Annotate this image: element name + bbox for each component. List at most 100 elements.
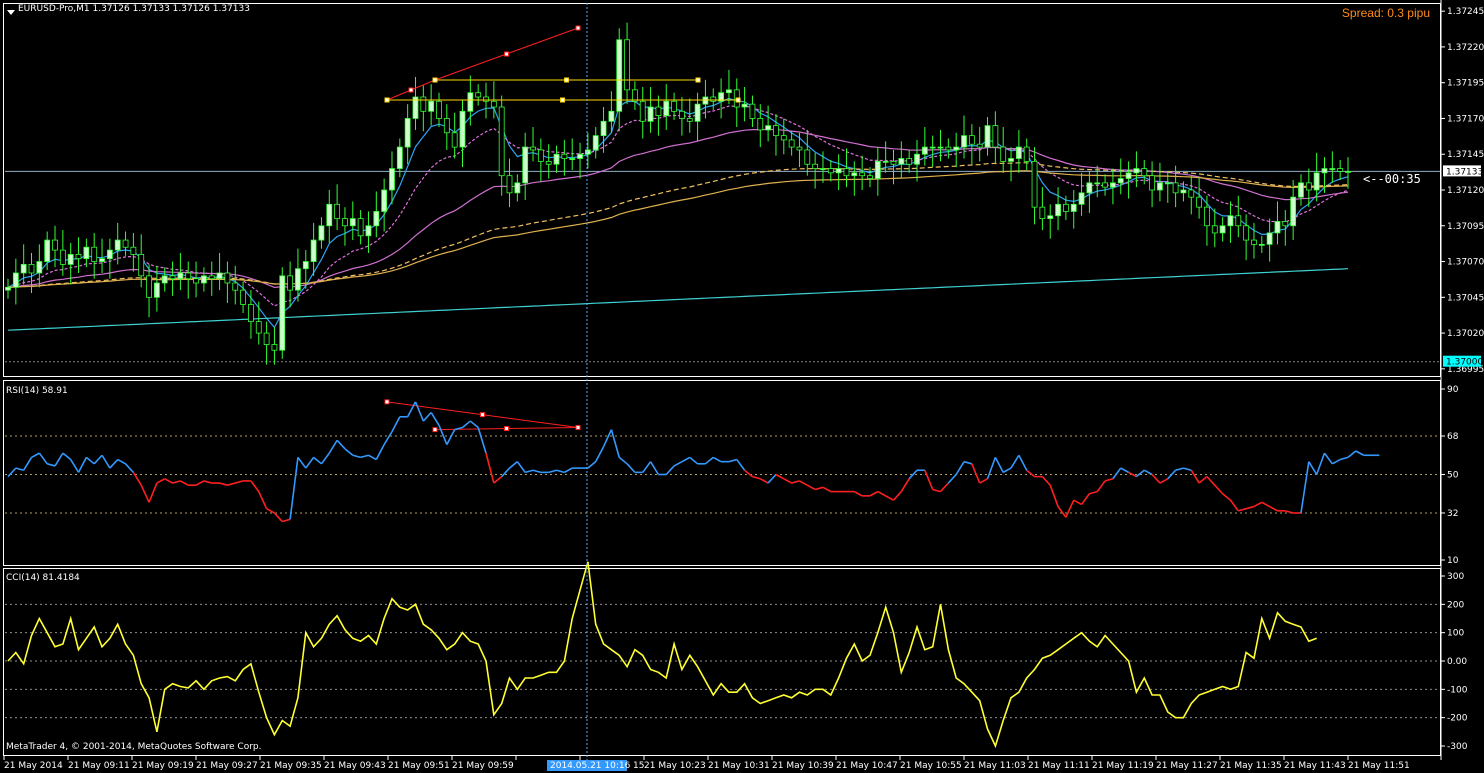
candle[interactable]	[59, 249, 66, 265]
candle[interactable]	[451, 132, 458, 148]
candle[interactable]	[647, 106, 654, 122]
candle[interactable]	[224, 272, 231, 284]
candle[interactable]	[1204, 206, 1210, 227]
candle[interactable]	[1094, 182, 1101, 185]
candle[interactable]	[773, 125, 779, 137]
candle[interactable]	[326, 203, 333, 227]
trendline-handle[interactable]	[564, 77, 569, 83]
candle[interactable]	[138, 253, 145, 277]
candle[interactable]	[890, 160, 897, 165]
candle[interactable]	[1172, 182, 1179, 194]
candle[interactable]	[295, 268, 301, 291]
candle[interactable]	[859, 172, 866, 177]
candle[interactable]	[130, 246, 137, 255]
candle[interactable]	[765, 125, 772, 131]
candle[interactable]	[498, 106, 505, 177]
candle[interactable]	[1164, 182, 1171, 185]
candle[interactable]	[514, 182, 521, 194]
candle[interactable]	[788, 139, 795, 148]
candle[interactable]	[749, 103, 756, 119]
candle[interactable]	[1313, 172, 1320, 191]
candle[interactable]	[1149, 175, 1155, 191]
candle[interactable]	[1329, 168, 1336, 170]
candle[interactable]	[1219, 225, 1226, 234]
candle[interactable]	[99, 258, 105, 262]
candle[interactable]	[976, 143, 983, 148]
candle[interactable]	[624, 39, 630, 91]
candle[interactable]	[1000, 146, 1007, 162]
candle[interactable]	[52, 239, 58, 251]
trendline-handle[interactable]	[504, 51, 509, 57]
candle[interactable]	[600, 120, 607, 137]
candle[interactable]	[780, 135, 787, 141]
candle[interactable]	[44, 239, 51, 262]
candle[interactable]	[106, 249, 113, 260]
candle[interactable]	[671, 100, 677, 112]
candle[interactable]	[1188, 189, 1195, 198]
candle[interactable]	[20, 263, 27, 274]
candle[interactable]	[882, 160, 889, 163]
candle[interactable]	[185, 272, 192, 280]
candle[interactable]	[937, 146, 944, 149]
candle[interactable]	[146, 275, 152, 298]
candle[interactable]	[953, 146, 960, 151]
candle[interactable]	[702, 96, 709, 105]
candle[interactable]	[318, 225, 325, 241]
candle[interactable]	[114, 239, 121, 251]
candle[interactable]	[193, 278, 199, 284]
candle[interactable]	[396, 146, 403, 169]
candle[interactable]	[208, 275, 215, 280]
candle[interactable]	[1117, 178, 1124, 184]
candle[interactable]	[443, 118, 450, 134]
candle[interactable]	[240, 289, 246, 305]
candle[interactable]	[929, 146, 936, 149]
candle[interactable]	[459, 110, 466, 148]
candle[interactable]	[561, 153, 568, 159]
candle[interactable]	[232, 282, 239, 291]
candle[interactable]	[553, 153, 560, 165]
candle[interactable]	[436, 100, 442, 119]
candle[interactable]	[1031, 160, 1038, 208]
candle[interactable]	[843, 168, 850, 177]
candle[interactable]	[820, 168, 826, 170]
candle[interactable]	[835, 168, 842, 174]
candle[interactable]	[961, 135, 967, 148]
trendline-handle[interactable]	[504, 426, 509, 432]
trendline-handle[interactable]	[575, 424, 581, 430]
candle[interactable]	[867, 175, 873, 179]
candle[interactable]	[122, 239, 129, 248]
candle[interactable]	[1282, 221, 1289, 227]
candle[interactable]	[389, 168, 395, 191]
candle[interactable]	[279, 275, 286, 351]
candle[interactable]	[1039, 206, 1046, 220]
candle[interactable]	[467, 92, 474, 112]
candle[interactable]	[945, 146, 952, 151]
candle[interactable]	[1047, 215, 1054, 220]
candle[interactable]	[1298, 182, 1304, 198]
candle[interactable]	[592, 135, 599, 151]
candle[interactable]	[1337, 168, 1344, 172]
candle[interactable]	[216, 272, 223, 280]
candle[interactable]	[1180, 189, 1187, 194]
candle[interactable]	[530, 146, 536, 151]
trendline-handle[interactable]	[432, 77, 438, 83]
candle[interactable]	[686, 118, 693, 122]
candle[interactable]	[1251, 239, 1257, 245]
candle[interactable]	[248, 304, 254, 323]
candle[interactable]	[577, 153, 583, 159]
candle[interactable]	[655, 106, 662, 116]
candle[interactable]	[373, 211, 380, 227]
candle[interactable]	[639, 100, 646, 122]
candle[interactable]	[161, 275, 168, 284]
candle[interactable]	[1141, 168, 1148, 177]
candle[interactable]	[365, 225, 372, 237]
candle[interactable]	[992, 125, 999, 148]
trendline-handle[interactable]	[480, 412, 485, 418]
candle[interactable]	[201, 275, 207, 284]
candle[interactable]	[757, 118, 764, 131]
candle[interactable]	[153, 282, 160, 298]
candle[interactable]	[1023, 146, 1030, 162]
trendline-handle[interactable]	[735, 97, 741, 103]
candle[interactable]	[968, 135, 975, 145]
candle[interactable]	[75, 253, 82, 260]
